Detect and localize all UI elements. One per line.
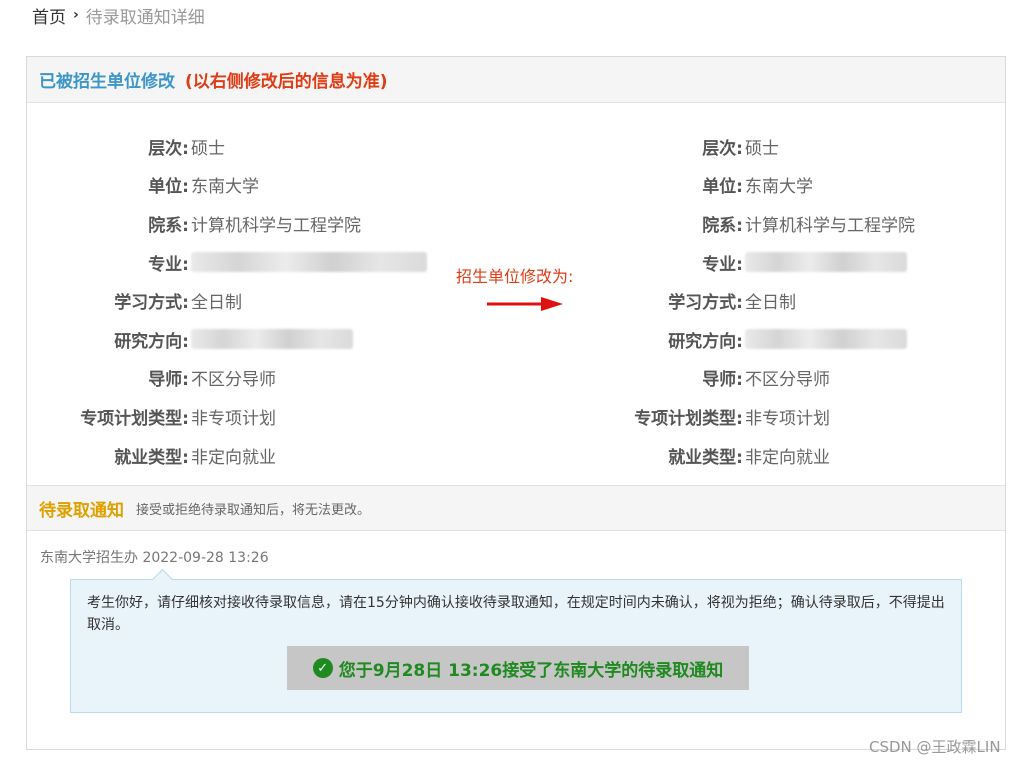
- info-value: 非专项计划: [191, 408, 276, 429]
- info-value: 非专项计划: [745, 408, 830, 429]
- notice-section-note: 接受或拒绝待录取通知后，将无法更改。: [136, 502, 371, 518]
- redacted-value: [745, 329, 907, 350]
- modified-info-row: 专业:: [581, 243, 915, 282]
- info-label: 研究方向:: [114, 331, 189, 352]
- original-info-row: 就业类型: 非定向就业: [27, 436, 427, 475]
- change-label: 招生单位修改为:: [456, 267, 574, 286]
- chevron-right-icon: ›: [73, 7, 79, 23]
- watermark: CSDN @王政霖LIN: [869, 738, 1001, 756]
- message-pointer: [151, 568, 174, 591]
- message-box: 考生你好，请仔细核对接收待录取信息，请在15分钟内确认接收待录取通知，在规定时间…: [70, 568, 962, 713]
- info-label: 单位:: [702, 177, 743, 198]
- modified-info-row: 就业类型: 非定向就业: [581, 436, 915, 475]
- original-info-row: 专业:: [27, 243, 427, 282]
- modified-info-row: 层次: 硕士: [581, 127, 915, 166]
- info-label: 就业类型:: [114, 447, 189, 468]
- modified-section-header: 已被招生单位修改 (以右侧修改后的信息为准): [27, 57, 1005, 103]
- info-label: 单位:: [148, 177, 189, 198]
- info-value: 全日制: [191, 293, 242, 314]
- info-label: 导师:: [148, 370, 189, 391]
- modified-info-row: 学习方式: 全日制: [581, 281, 915, 320]
- redacted-value: [191, 252, 427, 273]
- info-value: 硕士: [745, 138, 779, 159]
- info-label: 学习方式:: [114, 293, 189, 314]
- arrow-right-icon: [487, 297, 563, 311]
- original-info-row: 研究方向:: [27, 320, 427, 359]
- message-meta: 东南大学招生办 2022-09-28 13:26: [40, 547, 269, 567]
- original-info-row: 层次: 硕士: [27, 127, 427, 166]
- info-value: 非定向就业: [745, 447, 830, 468]
- check-circle-icon: ✓: [312, 658, 333, 678]
- breadcrumb-home-link[interactable]: 首页: [32, 3, 66, 28]
- original-info-row: 导师: 不区分导师: [27, 359, 427, 398]
- modified-info-row: 导师: 不区分导师: [581, 359, 915, 398]
- message-sender: 东南大学招生办: [40, 550, 138, 566]
- admission-detail-panel: 已被招生单位修改 (以右侧修改后的信息为准) 层次: 硕士 单位: 东南大学 院系:…: [26, 56, 1006, 750]
- info-value: 硕士: [191, 138, 225, 159]
- info-label: 院系:: [702, 215, 743, 236]
- info-value: 东南大学: [191, 177, 259, 198]
- info-label: 专项计划类型:: [80, 408, 189, 429]
- message-timestamp: 2022-09-28 13:26: [142, 550, 269, 566]
- info-value: 全日制: [745, 293, 796, 314]
- redacted-value: [745, 252, 907, 273]
- info-label: 学习方式:: [668, 293, 743, 314]
- breadcrumb: 首页 › 待录取通知详细: [32, 3, 205, 28]
- info-label: 层次:: [148, 138, 189, 159]
- accepted-status-box: ✓ 您于9月28日 13:26接受了东南大学的待录取通知: [287, 646, 749, 690]
- modified-section-note: (以右侧修改后的信息为准): [185, 72, 388, 92]
- original-info-row: 院系: 计算机科学与工程学院: [27, 204, 427, 243]
- original-info-row: 单位: 东南大学: [27, 166, 427, 205]
- info-value: 不区分导师: [191, 370, 276, 391]
- modified-info-list: 层次: 硕士 单位: 东南大学 院系: 计算机科学与工程学院 专业: 学习方式: 全日制…: [581, 127, 915, 474]
- info-value: 计算机科学与工程学院: [745, 215, 915, 236]
- original-info-list: 层次: 硕士 单位: 东南大学 院系: 计算机科学与工程学院 专业: 学习方式: 全日制…: [27, 127, 427, 474]
- info-label: 院系:: [148, 215, 189, 236]
- breadcrumb-current: 待录取通知详细: [85, 7, 205, 28]
- original-info-row: 学习方式: 全日制: [27, 281, 427, 320]
- info-label: 专业:: [702, 254, 743, 275]
- info-value: 非定向就业: [191, 447, 276, 468]
- modified-info-row: 专项计划类型: 非专项计划: [581, 397, 915, 436]
- original-info-row: 专项计划类型: 非专项计划: [27, 397, 427, 436]
- info-value: 东南大学: [745, 177, 813, 198]
- message-text: 考生你好，请仔细核对接收待录取信息，请在15分钟内确认接收待录取通知，在规定时间…: [87, 595, 945, 633]
- modified-info-row: 单位: 东南大学: [581, 166, 915, 205]
- accepted-status-text: 您于9月28日 13:26接受了东南大学的待录取通知: [338, 660, 724, 681]
- info-value: 计算机科学与工程学院: [191, 215, 361, 236]
- info-label: 专项计划类型:: [634, 408, 743, 429]
- notice-section-title: 待录取通知: [39, 500, 124, 521]
- modified-info-row: 院系: 计算机科学与工程学院: [581, 204, 915, 243]
- info-label: 导师:: [702, 370, 743, 391]
- info-value: 不区分导师: [745, 370, 830, 391]
- modified-section-title: 已被招生单位修改: [39, 72, 175, 92]
- notice-section-header: 待录取通知 接受或拒绝待录取通知后，将无法更改。: [27, 485, 1005, 531]
- info-label: 就业类型:: [668, 447, 743, 468]
- modified-info-row: 研究方向:: [581, 320, 915, 359]
- info-label: 专业:: [148, 254, 189, 275]
- info-label: 层次:: [702, 138, 743, 159]
- info-label: 研究方向:: [668, 331, 743, 352]
- redacted-value: [191, 329, 353, 350]
